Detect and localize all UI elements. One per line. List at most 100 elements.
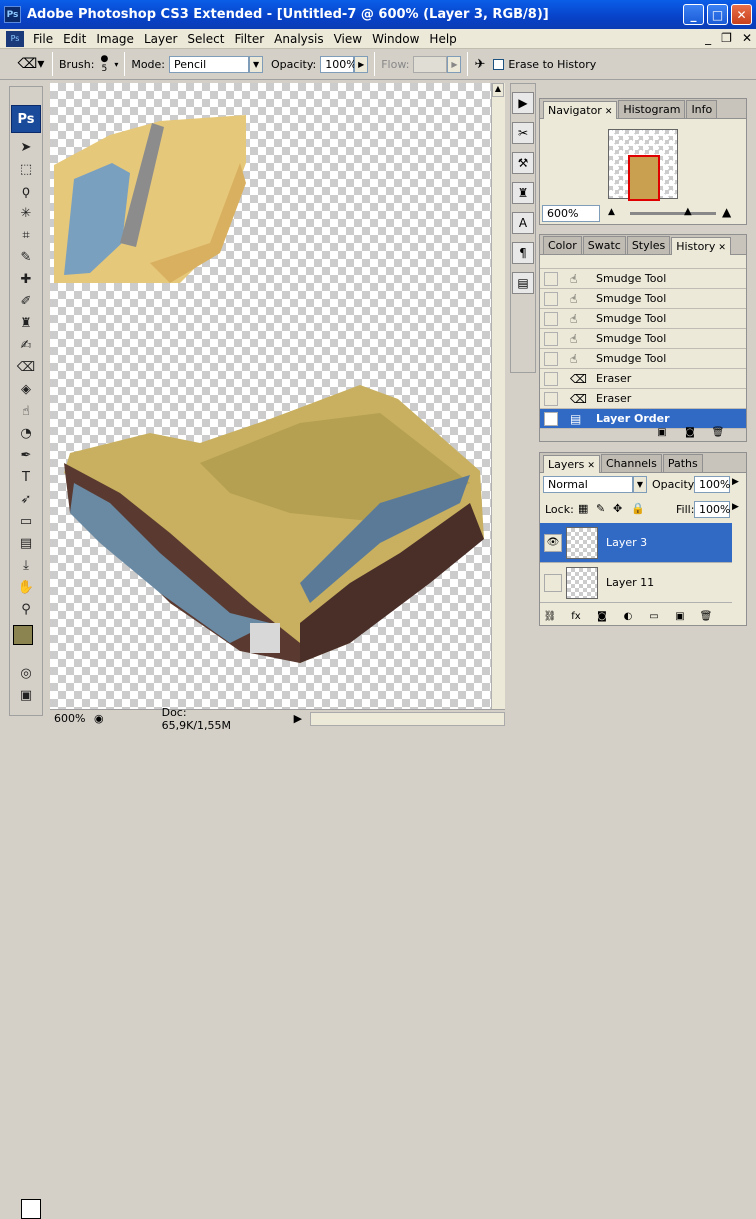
status-arrow-icon[interactable]: ▶ (294, 712, 302, 725)
tool-presets-panel-icon[interactable]: ✂ (512, 122, 534, 144)
layer-opacity-arrow-icon[interactable]: ▶ (732, 477, 739, 487)
notes-tool-icon[interactable]: ▤ (11, 533, 41, 553)
navigator-zoom-input[interactable]: 600% (542, 205, 600, 222)
adjustment-layer-icon[interactable]: ◐ (620, 609, 636, 623)
zoom-in-icon[interactable]: ▲ (722, 205, 731, 219)
type-tool-icon[interactable]: T (11, 467, 41, 487)
path-selection-tool-icon[interactable]: ➶ (11, 489, 41, 509)
crop-tool-icon[interactable]: ⌗ (11, 225, 41, 245)
eye-icon[interactable]: 👁 (544, 533, 562, 552)
tab-navigator[interactable]: Navigator ✕ (543, 101, 618, 119)
character-panel-icon[interactable]: A (512, 212, 534, 234)
screen-mode-icon[interactable]: ▣ (11, 685, 41, 705)
erase-to-history-checkbox[interactable] (493, 58, 505, 70)
brush-picker[interactable]: ● 5 (100, 54, 108, 74)
new-snapshot-icon[interactable]: ◙ (682, 425, 698, 439)
background-color-swatch[interactable] (21, 1199, 41, 1219)
document-canvas[interactable] (50, 83, 491, 709)
menu-window[interactable]: Window (367, 32, 424, 46)
opacity-input[interactable]: 100% (320, 55, 357, 73)
navigator-zoom-slider[interactable] (630, 212, 716, 215)
lock-image-icon[interactable]: ✎ (596, 502, 605, 515)
history-brush-tool-icon[interactable]: ✍ (11, 335, 41, 355)
lock-position-icon[interactable]: ✥ (613, 502, 622, 515)
pen-tool-icon[interactable]: ✒ (11, 445, 41, 465)
opacity-slider-icon[interactable]: ▶ (354, 55, 369, 73)
doc-minimize-icon[interactable]: _ (705, 31, 711, 45)
layer-mask-icon[interactable]: ◙ (594, 609, 610, 623)
new-layer-icon[interactable]: ▣ (672, 609, 688, 623)
menu-analysis[interactable]: Analysis (269, 32, 328, 46)
menu-file[interactable]: File (28, 32, 58, 46)
close-button[interactable]: ✕ (731, 4, 752, 25)
tab-swatches[interactable]: Swatc (582, 236, 626, 254)
new-document-from-state-icon[interactable]: ▣ (654, 425, 670, 439)
foreground-color-swatch[interactable] (13, 625, 33, 645)
history-item[interactable]: ☝ Smudge Tool (540, 349, 746, 369)
zoom-level[interactable]: 600% (50, 712, 94, 725)
dodge-tool-icon[interactable]: ◔ (11, 423, 41, 443)
brush-dropdown-icon[interactable]: ▾ (114, 60, 118, 69)
layer-name[interactable]: Layer 3 (606, 536, 647, 549)
delete-layer-icon[interactable]: 🗑 (698, 609, 714, 623)
tab-styles[interactable]: Styles (626, 236, 671, 254)
quick-mask-icon[interactable]: ◎ (11, 663, 41, 683)
canvas-vertical-scrollbar[interactable]: ▲ (491, 83, 505, 709)
lock-all-icon[interactable]: 🔒 (631, 502, 645, 515)
new-group-icon[interactable]: ▭ (646, 609, 662, 623)
history-item[interactable]: ☝ Smudge Tool (540, 269, 746, 289)
shape-tool-icon[interactable]: ▭ (11, 511, 41, 531)
healing-brush-tool-icon[interactable]: ✚ (11, 269, 41, 289)
slice-tool-icon[interactable]: ✎ (11, 247, 41, 267)
history-item[interactable]: ⌫ Eraser (540, 389, 746, 409)
magic-wand-tool-icon[interactable]: ✳ (11, 203, 41, 223)
menu-filter[interactable]: Filter (229, 32, 269, 46)
brush-tool-icon[interactable]: ✐ (11, 291, 41, 311)
layer-row[interactable]: 👁 Layer 3 (540, 523, 732, 563)
ps-logo[interactable]: Ps (11, 105, 41, 133)
eraser-preset-icon[interactable]: ⌫▾ (16, 53, 46, 75)
doc-restore-icon[interactable]: ❐ (721, 31, 732, 45)
history-item[interactable]: ⌫ Eraser (540, 369, 746, 389)
fill-arrow-icon[interactable]: ▶ (732, 502, 739, 512)
layer-row[interactable]: Layer 11 (540, 563, 732, 603)
marquee-tool-icon[interactable]: ⬚ (11, 159, 41, 179)
blend-mode-dropdown-icon[interactable]: ▼ (633, 476, 647, 493)
tab-layers[interactable]: Layers ✕ (543, 455, 600, 473)
layer-comps-panel-icon[interactable]: ▤ (512, 272, 534, 294)
delete-state-icon[interactable]: 🗑 (710, 425, 726, 439)
smudge-tool-icon[interactable]: ☝ (11, 401, 41, 421)
menu-layer[interactable]: Layer (139, 32, 182, 46)
eyedropper-tool-icon[interactable]: ⤓ (11, 555, 41, 575)
clone-source-panel-icon[interactable]: ♜ (512, 182, 534, 204)
tab-paths[interactable]: Paths (662, 454, 703, 472)
doc-close-icon[interactable]: ✕ (742, 31, 752, 45)
menu-image[interactable]: Image (91, 32, 139, 46)
layer-opacity-input[interactable]: 100% (694, 476, 730, 493)
menu-view[interactable]: View (329, 32, 367, 46)
lock-transparency-icon[interactable]: ▦ (578, 502, 588, 515)
tab-info[interactable]: Info (686, 100, 718, 118)
menu-edit[interactable]: Edit (58, 32, 91, 46)
visibility-toggle[interactable] (544, 573, 562, 592)
minimize-button[interactable]: _ (683, 4, 704, 25)
paragraph-panel-icon[interactable]: ¶ (512, 242, 534, 264)
tab-histogram[interactable]: Histogram (618, 100, 686, 118)
paint-bucket-tool-icon[interactable]: ◈ (11, 379, 41, 399)
tab-channels[interactable]: Channels (600, 454, 662, 472)
lasso-tool-icon[interactable]: ϙ (11, 181, 41, 201)
move-tool-icon[interactable]: ➤ (11, 137, 41, 157)
layer-name[interactable]: Layer 11 (606, 576, 654, 589)
mode-dropdown-icon[interactable]: ▼ (249, 55, 264, 73)
menu-help[interactable]: Help (424, 32, 461, 46)
status-menu-icon[interactable]: ◉ (94, 712, 104, 725)
blend-mode-select[interactable]: Normal (543, 476, 633, 493)
tab-history[interactable]: History ✕ (671, 237, 731, 255)
fill-input[interactable]: 100% (694, 501, 730, 518)
zoom-out-icon[interactable]: ▲ (608, 207, 615, 217)
actions-panel-icon[interactable]: ▶ (512, 92, 534, 114)
canvas-horizontal-scrollbar[interactable] (310, 711, 505, 726)
link-layers-icon[interactable]: ⛓ (542, 609, 558, 623)
mode-select[interactable]: Pencil (169, 55, 250, 73)
navigator-view-box[interactable] (628, 155, 660, 201)
